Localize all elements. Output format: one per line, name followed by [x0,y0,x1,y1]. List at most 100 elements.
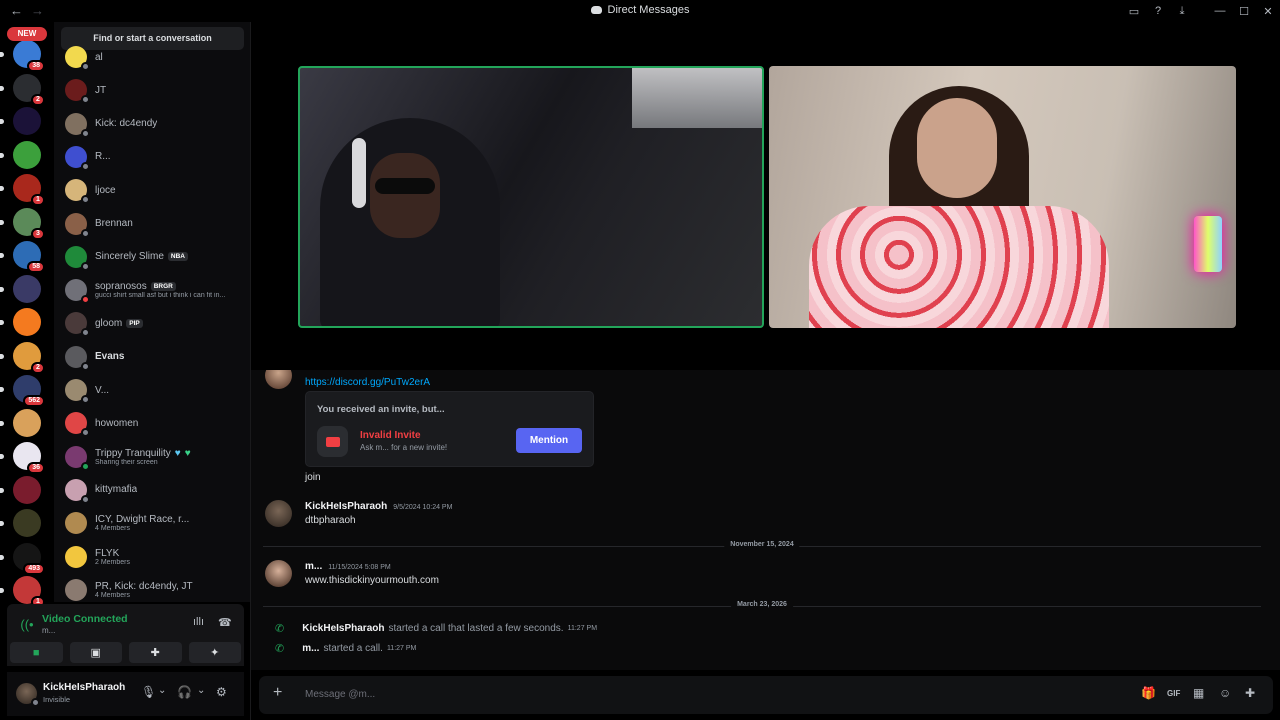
dm-item[interactable]: ICY, Dwight Race, r... 4 Members [65,508,249,538]
video-background [1194,216,1222,272]
avatar[interactable] [265,560,292,587]
video-tile-self[interactable] [298,66,764,328]
message-author[interactable]: KickHeIsPharaoh 9/5/2024 10:24 PM [305,501,452,512]
user-panel: KickHeIsPharaoh Invisible 🎙 ⌄ 🎧 ⌄ ⚙ [7,672,244,716]
invite-link[interactable]: https://discord.gg/PuTw2erA [305,377,430,388]
server-icon[interactable]: 2 [0,73,45,106]
message-composer[interactable]: + Message @m... 🎁 GIF ▦ ☺ ✚ [259,676,1273,714]
download-icon[interactable]: ⤓ [1170,0,1194,22]
call-author[interactable]: m... [302,643,319,654]
server-icon[interactable]: 36 [0,442,45,474]
dm-item[interactable]: howomen [65,408,249,438]
invite-subtitle: Ask m... for a new invite! [360,443,448,452]
unread-pill [0,152,4,158]
server-icon[interactable]: 1 [0,576,45,608]
username[interactable]: KickHeIsPharaoh [43,682,125,693]
dm-item[interactable]: PR, Kick: dc4endy, JT 4 Members [65,575,249,602]
microphone-icon[interactable]: 🎙 [141,685,156,699]
author-name[interactable]: KickHeIsPharaoh [305,501,387,512]
apps-icon[interactable]: ✚ [1245,686,1255,700]
server-icon[interactable]: 58 [0,241,45,273]
server-icon[interactable]: 493 [0,542,45,575]
chevron-down-icon[interactable]: ⌄ [158,685,166,696]
avatar[interactable] [265,500,292,527]
dm-item[interactable]: Sincerely Slime NBA [65,242,249,272]
voice-channel[interactable]: m... [42,626,55,635]
status-indicator [81,395,90,404]
server-icon[interactable]: 2 [0,341,45,374]
chevron-down-icon[interactable]: ⌄ [197,685,205,696]
server-icon[interactable] [0,308,41,336]
noise-suppression-icon[interactable]: ıllı [193,616,204,628]
status-indicator [31,698,40,707]
avatar[interactable] [265,370,292,389]
new-badge: NEW [7,27,47,41]
sticker-icon[interactable]: ▦ [1193,686,1204,700]
server-icon[interactable]: 562 [0,375,45,407]
dm-item[interactable]: Kick: dc4endy [65,109,249,139]
message-input[interactable]: Message @m... [305,689,375,700]
dm-item[interactable]: Trippy Tranquility ♥ ♥ Sharing their screen [65,442,249,472]
minimize-button[interactable]: — [1208,0,1232,22]
server-icon[interactable]: 38 [0,40,45,72]
close-button[interactable]: ✕ [1256,0,1280,22]
server-icon[interactable] [0,509,41,537]
emoji-icon[interactable]: ☺ [1219,686,1231,700]
gift-icon[interactable]: 🎁 [1141,686,1156,700]
dm-name-text: kittymafia [95,484,138,496]
server-icon[interactable] [0,274,41,303]
author-name[interactable]: m... [305,561,322,572]
dm-item[interactable]: sopranosos BRGR gucci shirt small asf but … [65,275,249,305]
voice-status[interactable]: Video Connected [42,613,128,625]
dm-item[interactable]: JT [65,75,249,105]
headset-icon[interactable]: 🎧 [177,685,192,699]
server-icon[interactable] [0,107,41,135]
camera-button[interactable]: ■ [10,642,63,663]
dm-name: ljoce [95,185,116,196]
dm-name-text: gloom [95,317,123,329]
soundboard-button[interactable]: ✦ [188,642,241,663]
dm-item[interactable]: Brennan [65,209,249,239]
mail-icon [317,426,348,457]
avatar[interactable] [16,683,40,707]
dm-item[interactable]: FLYK 2 Members [65,542,249,572]
unread-pill [0,554,4,560]
dm-name: al [95,52,103,63]
server-icon[interactable] [0,475,41,504]
add-attachment-icon[interactable]: + [273,684,282,702]
inbox-icon[interactable]: ▭ [1122,0,1146,22]
avatar [65,445,90,471]
gear-icon[interactable]: ⚙ [216,685,227,699]
avatar [65,145,90,171]
unread-pill [0,387,4,392]
signal-icon[interactable]: ((• [17,615,37,635]
status-indicator [81,461,90,471]
avatar [65,512,87,535]
dm-name-text: JT [95,84,107,96]
screen-share-button[interactable]: ▣ [69,642,122,663]
call-author[interactable]: KickHeIsPharaoh [302,623,384,634]
maximize-button[interactable]: ☐ [1232,0,1256,22]
dm-item[interactable]: V... [65,375,249,405]
dm-item[interactable]: Evans [65,342,249,372]
status-indicator [81,494,90,504]
dm-item[interactable]: R... [65,142,249,172]
mention-button[interactable]: Mention [516,428,582,453]
server-icon[interactable]: 1 [0,174,45,206]
help-icon[interactable]: ? [1146,0,1170,22]
dm-item[interactable]: ljoce [65,175,249,205]
server-icon[interactable]: 3 [0,207,45,240]
avatar [65,478,90,504]
dm-item[interactable]: gloom PIP [65,308,249,338]
server-icon[interactable] [0,140,41,169]
dm-subtitle: gucci shirt small asf but i think i can … [95,292,226,300]
dm-subtitle: 2 Members [95,558,131,566]
dm-item[interactable]: kittymafia [65,475,249,505]
gif-icon[interactable]: GIF [1167,689,1180,698]
dm-item[interactable]: al [65,42,249,72]
activity-button[interactable]: ✚ [129,642,182,663]
message-author[interactable]: m... 11/15/2024 5:08 PM [305,561,391,572]
disconnect-icon[interactable]: ☎ [218,616,232,629]
server-icon[interactable] [0,408,41,437]
video-tile-remote[interactable] [769,66,1236,328]
